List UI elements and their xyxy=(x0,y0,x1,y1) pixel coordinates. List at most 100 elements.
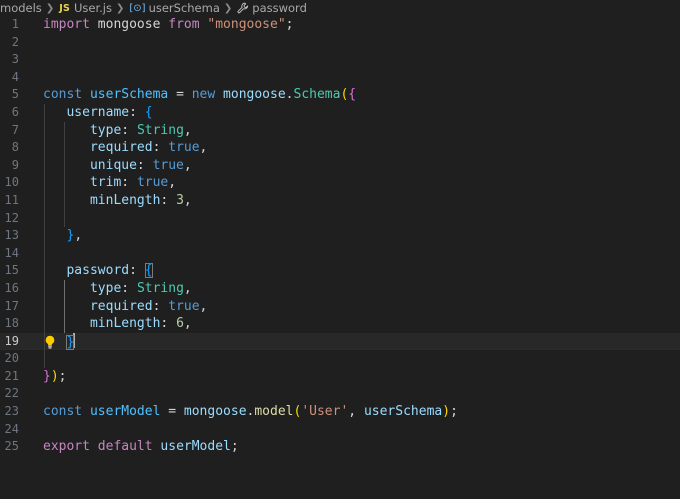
indent-guide xyxy=(43,350,45,368)
line-number: 8 xyxy=(11,140,19,155)
code-token: : xyxy=(121,122,137,138)
code-token: true xyxy=(168,140,200,156)
breadcrumb-symbol-label: userSchema xyxy=(148,1,220,15)
indent-guide xyxy=(64,209,66,228)
code-token: trim xyxy=(43,175,122,191)
code-token: , xyxy=(199,140,208,156)
code-line[interactable]: 8 required: true, xyxy=(0,139,680,157)
code-line[interactable]: 23 const userModel = mongoose.model('User… xyxy=(0,403,680,421)
wrench-icon xyxy=(237,2,249,14)
line-number: 13 xyxy=(4,228,19,243)
code-line[interactable]: 13 }, xyxy=(0,227,680,245)
code-line[interactable]: 15 password: { xyxy=(0,262,680,280)
code-token: 'User' xyxy=(301,404,349,420)
code-token: { xyxy=(348,87,357,103)
breadcrumb-property[interactable]: password xyxy=(237,1,307,15)
code-token: password xyxy=(43,263,130,279)
code-line[interactable]: 14 xyxy=(0,244,680,263)
code-token: "mongoose" xyxy=(207,17,286,32)
code-text: }, xyxy=(43,227,82,245)
line-number: 19 xyxy=(4,333,19,348)
code-token: . xyxy=(285,87,294,103)
code-token: { xyxy=(144,263,153,279)
code-token: Schema xyxy=(293,87,341,103)
code-token: minLength xyxy=(43,316,161,332)
code-line[interactable]: 5 const userSchema = new mongoose.Schema(… xyxy=(0,86,680,104)
line-number: 11 xyxy=(4,192,19,207)
code-line[interactable]: 21}); xyxy=(0,368,680,386)
breadcrumb-symbol[interactable]: [⊙] userSchema xyxy=(129,1,220,15)
code-text: type: String, xyxy=(43,280,192,298)
code-line[interactable]: 19 } xyxy=(0,332,680,351)
code-line[interactable]: 10 trim: true, xyxy=(0,174,680,192)
code-text: minLength: 3, xyxy=(43,192,192,210)
code-line[interactable]: 12 xyxy=(0,209,680,228)
code-token: , xyxy=(183,316,192,332)
line-number: 14 xyxy=(4,245,19,260)
code-token: userSchema xyxy=(89,87,169,103)
code-text: }); xyxy=(43,368,66,386)
code-line[interactable]: 2 xyxy=(0,34,680,52)
code-token: String xyxy=(136,280,184,296)
line-number: 22 xyxy=(4,386,19,401)
code-token: = xyxy=(160,404,184,420)
line-number: 1 xyxy=(11,17,19,31)
line-number: 3 xyxy=(11,52,19,67)
line-number: 6 xyxy=(11,104,19,119)
code-line[interactable]: 17 required: true, xyxy=(0,297,680,316)
code-token: , xyxy=(183,157,192,173)
line-number: 23 xyxy=(4,404,19,419)
code-line[interactable]: 6 username: { xyxy=(0,103,680,122)
lightbulb-icon[interactable] xyxy=(44,335,56,349)
code-line[interactable]: 16 type: String, xyxy=(0,279,680,298)
code-token: ; xyxy=(450,404,458,420)
indent-guide xyxy=(43,209,45,228)
code-token: : xyxy=(129,104,145,120)
text-cursor xyxy=(73,332,76,348)
code-token: true xyxy=(136,175,169,191)
code-token: 6 xyxy=(176,316,184,332)
code-token: { xyxy=(144,104,153,120)
chevron-right-icon: ❯ xyxy=(45,2,55,14)
line-number: 24 xyxy=(4,421,19,436)
code-text: password: { xyxy=(43,262,153,280)
breadcrumb-file[interactable]: JS User.js xyxy=(59,1,112,15)
line-number: 4 xyxy=(11,69,19,84)
code-line[interactable]: 1 import mongoose from "mongoose"; xyxy=(0,16,680,34)
code-token: : xyxy=(152,298,169,314)
breadcrumb-folder[interactable]: models xyxy=(0,1,42,15)
code-line[interactable]: 20 xyxy=(0,350,680,368)
line-number: 5 xyxy=(11,87,19,102)
code-token: username xyxy=(43,104,130,120)
code-line[interactable]: 4 xyxy=(0,69,680,87)
code-line[interactable]: 3 xyxy=(0,51,680,69)
code-token: export xyxy=(43,439,90,455)
line-number: 15 xyxy=(4,263,19,278)
code-area[interactable]: 1 import mongoose from "mongoose"; 2 3 4 5 con… xyxy=(0,16,680,456)
code-text: unique: true, xyxy=(43,157,192,175)
code-line[interactable]: 9 unique: true, xyxy=(0,156,680,175)
line-number: 18 xyxy=(4,316,19,331)
code-token: , xyxy=(183,192,192,208)
code-line[interactable]: 22 xyxy=(0,385,680,403)
code-editor[interactable]: models ❯ JS User.js ❯ [⊙] userSchema ❯ p… xyxy=(0,0,680,499)
code-token: 3 xyxy=(176,192,184,208)
code-token: type xyxy=(43,280,122,296)
code-line[interactable]: 18 minLength: 6, xyxy=(0,315,680,333)
chevron-right-icon: ❯ xyxy=(223,2,233,14)
code-line[interactable]: 11 minLength: 3, xyxy=(0,191,680,210)
code-text: required: true, xyxy=(43,298,207,316)
code-token: ; xyxy=(285,17,294,32)
code-line[interactable]: 25 export default userModel; xyxy=(0,438,680,456)
code-token: String xyxy=(136,122,184,138)
code-token: , xyxy=(199,298,208,314)
breadcrumb-file-label: User.js xyxy=(73,1,112,15)
code-token: from xyxy=(168,17,200,32)
code-line[interactable]: 24 xyxy=(0,421,680,439)
code-token: true xyxy=(168,298,200,314)
code-line[interactable]: 7 type: String, xyxy=(0,121,680,140)
code-token: const xyxy=(43,87,83,103)
